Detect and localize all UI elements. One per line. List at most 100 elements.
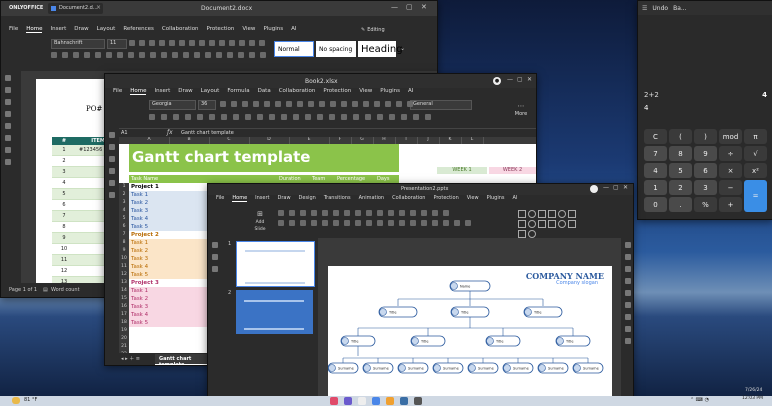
pres-menu-plugins[interactable]: Plugins — [487, 195, 505, 202]
sheet-tool-icon[interactable] — [209, 114, 215, 120]
word-count-icon[interactable]: ▤ — [43, 287, 48, 293]
formula-input[interactable]: Gantt chart template — [181, 130, 234, 136]
pres-tool-icon[interactable] — [355, 210, 361, 216]
writer-tool-icon[interactable] — [194, 52, 200, 58]
pres-close-icon[interactable]: ✕ — [623, 184, 628, 191]
calc-button-1-2[interactable]: 9 — [694, 146, 717, 161]
pres-menu-collaboration[interactable]: Collaboration — [392, 195, 425, 202]
writer-tool-icon[interactable] — [95, 52, 101, 58]
minimize-icon[interactable]: — — [391, 3, 398, 11]
column-header-f[interactable]: F — [329, 137, 352, 144]
writer-tool-icon[interactable] — [128, 52, 134, 58]
sheet-tool-icon[interactable] — [293, 114, 299, 120]
calc-button-0-2[interactable]: ) — [694, 129, 717, 144]
pres-tool-icon[interactable] — [289, 220, 295, 226]
pres-tool-icon[interactable] — [399, 220, 405, 226]
pres-minimize-icon[interactable]: — — [603, 184, 609, 191]
pres-tool-icon[interactable] — [300, 210, 306, 216]
sheet-tool-icon[interactable] — [197, 114, 203, 120]
doc-menu-draw[interactable]: Draw — [74, 26, 88, 33]
calc-equals-button[interactable]: = — [744, 180, 767, 212]
close-tab-icon[interactable]: × — [96, 4, 101, 11]
sheet-menu-home[interactable]: Home — [130, 88, 147, 95]
taskbar-app-icon[interactable] — [386, 397, 394, 405]
pres-tool-icon[interactable] — [278, 210, 284, 216]
sheet-tool-icon[interactable] — [308, 101, 314, 107]
pres-tool-icon[interactable] — [421, 210, 427, 216]
calc-button-2-1[interactable]: 5 — [669, 163, 692, 178]
shape-icon[interactable] — [518, 230, 526, 238]
font-size-select[interactable]: 11 — [107, 39, 127, 49]
sheet-menu-collaboration[interactable]: Collaboration — [279, 88, 316, 95]
pres-tool-icon[interactable] — [410, 210, 416, 216]
writer-tool-icon[interactable] — [229, 40, 235, 46]
column-header-i[interactable]: I — [395, 137, 418, 144]
sheet-tool-icon[interactable] — [286, 101, 292, 107]
sheet-menu-data[interactable]: Data — [258, 88, 271, 95]
writer-rail-icon[interactable] — [5, 159, 11, 165]
doc-menu-view[interactable]: View — [242, 26, 255, 33]
writer-tool-icon[interactable] — [149, 40, 155, 46]
sheet-tool-icon[interactable] — [264, 101, 270, 107]
sheet-minimize-icon[interactable]: — — [507, 76, 513, 83]
writer-rail-icon[interactable] — [5, 123, 11, 129]
calc-button-0-1[interactable]: ( — [669, 129, 692, 144]
row-number[interactable]: 19 — [119, 327, 129, 335]
calc-button-3-1[interactable]: 2 — [669, 180, 692, 195]
sheet-tool-icon[interactable] — [341, 114, 347, 120]
pres-right-rail-icon[interactable] — [625, 254, 631, 260]
shape-icon[interactable] — [568, 210, 576, 218]
sheet-tool-icon[interactable] — [297, 101, 303, 107]
shape-icon[interactable] — [518, 210, 526, 218]
writer-tool-icon[interactable] — [249, 52, 255, 58]
pres-tool-icon[interactable] — [344, 220, 350, 226]
row-number[interactable]: 13 — [119, 279, 129, 287]
shape-icon[interactable] — [548, 210, 556, 218]
pres-tool-icon[interactable] — [454, 220, 460, 226]
doc-menu-plugins[interactable]: Plugins — [263, 26, 283, 33]
shape-icon[interactable] — [528, 220, 536, 228]
doc-menu-references[interactable]: References — [123, 26, 154, 33]
writer-tool-icon[interactable] — [106, 52, 112, 58]
writer-tool-icon[interactable] — [199, 40, 205, 46]
writer-tool-icon[interactable] — [139, 52, 145, 58]
calc-button-3-3[interactable]: − — [719, 180, 742, 195]
row-number[interactable]: 8 — [119, 239, 129, 247]
writer-tool-icon[interactable] — [189, 40, 195, 46]
tray-icons[interactable]: ⌃ ⌨ ◔ — [690, 397, 709, 403]
taskbar-app-icon[interactable] — [372, 397, 380, 405]
row-number[interactable]: 18 — [119, 319, 129, 327]
pres-tool-icon[interactable] — [377, 210, 383, 216]
sheet-tool-icon[interactable] — [377, 114, 383, 120]
row-number[interactable]: 12 — [119, 271, 129, 279]
sheet-tool-icon[interactable] — [317, 114, 323, 120]
pres-tool-icon[interactable] — [443, 210, 449, 216]
add-slide-button[interactable]: ⊞ Add Slide — [252, 210, 268, 232]
pres-menu-draw[interactable]: Draw — [277, 195, 290, 202]
sheet-tool-icon[interactable] — [374, 101, 380, 107]
sheet-tool-icon[interactable] — [185, 114, 191, 120]
sheet-menu-draw[interactable]: Draw — [178, 88, 192, 95]
doc-menu-ai[interactable]: AI — [291, 26, 296, 33]
sheet-rail-icon[interactable] — [109, 156, 115, 162]
pres-tool-icon[interactable] — [377, 220, 383, 226]
calc-button-0-4[interactable]: π — [744, 129, 767, 144]
pres-menu-ai[interactable]: AI — [513, 195, 518, 202]
close-icon[interactable]: ✕ — [421, 3, 427, 11]
writer-tool-icon[interactable] — [51, 52, 57, 58]
corner-cell[interactable] — [119, 137, 129, 144]
sheet-menu-insert[interactable]: Insert — [154, 88, 170, 95]
sheet-tool-icon[interactable] — [425, 114, 431, 120]
sheet-tool-icon[interactable] — [413, 114, 419, 120]
shapes-gallery[interactable] — [518, 210, 578, 238]
style-normal[interactable]: Normal — [274, 41, 314, 57]
writer-tool-icon[interactable] — [84, 52, 90, 58]
calc-button-3-2[interactable]: 3 — [694, 180, 717, 195]
sheet-tool-icon[interactable] — [319, 101, 325, 107]
sheet-menu-protection[interactable]: Protection — [323, 88, 351, 95]
pres-menu-animation[interactable]: Animation — [359, 195, 385, 202]
sheet-tool-icon[interactable] — [161, 114, 167, 120]
pres-maximize-icon[interactable]: ▢ — [613, 184, 619, 191]
pres-tool-icon[interactable] — [388, 220, 394, 226]
calc-button-1-3[interactable]: ÷ — [719, 146, 742, 161]
